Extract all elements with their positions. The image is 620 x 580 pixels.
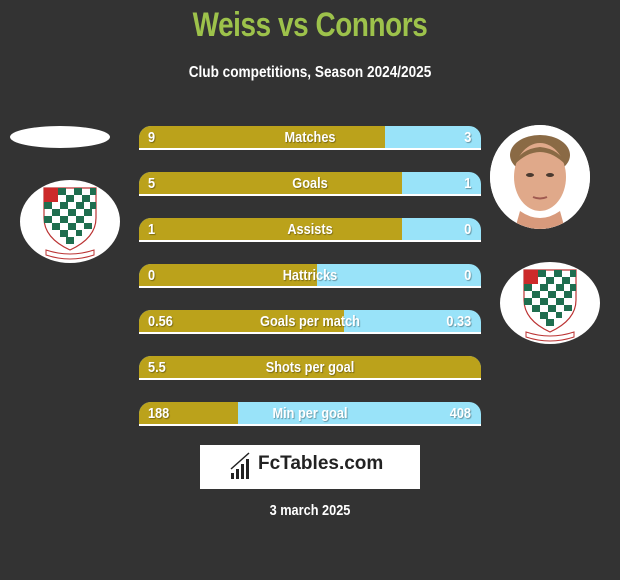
stat-row: 5 Goals 1 [139, 172, 481, 196]
brand-name: FcTables.com [258, 453, 384, 474]
stat-row: 188 Min per goal 408 [139, 402, 481, 426]
competition-subtitle: Club competitions, Season 2024/2025 [188, 64, 432, 81]
fctables-logo[interactable]: FcTables.com [200, 445, 420, 489]
stat-label: Min per goal [272, 405, 348, 422]
right-club-crest[interactable] [500, 262, 600, 344]
left-player-placeholder [10, 126, 110, 148]
right-value: 0.33 [446, 313, 471, 330]
report-date: 3 march 2025 [269, 502, 351, 519]
right-value: 0 [463, 267, 471, 284]
left-value: 5 [148, 175, 156, 192]
chesham-crest-icon [523, 269, 577, 342]
bar-chart-icon [230, 452, 250, 479]
stat-row: 5.5 Shots per goal [139, 356, 481, 380]
stat-label: Goals [292, 175, 328, 192]
right-value: 3 [463, 129, 471, 146]
right-value: 1 [463, 175, 471, 192]
page-title: Weiss vs Connors [192, 6, 428, 44]
stat-label: Goals per match [260, 313, 360, 330]
stat-label: Assists [287, 221, 333, 238]
right-value: 408 [449, 405, 471, 422]
left-value: 5.5 [148, 359, 166, 376]
player-face-icon [490, 125, 590, 229]
left-club-crest[interactable] [20, 180, 120, 263]
stat-row: 0.56 Goals per match 0.33 [139, 310, 481, 334]
left-value: 9 [148, 129, 156, 146]
stat-label: Shots per goal [265, 359, 355, 376]
stat-label: Hattricks [282, 267, 338, 284]
right-player-photo[interactable] [490, 125, 590, 229]
left-value: 0 [148, 267, 156, 284]
chesham-crest-icon [43, 187, 97, 260]
right-value: 0 [463, 221, 471, 238]
left-value: 1 [148, 221, 156, 238]
stat-row: 0 Hattricks 0 [139, 264, 481, 288]
stat-row: 9 Matches 3 [139, 126, 481, 150]
stat-row: 1 Assists 0 [139, 218, 481, 242]
stat-label: Matches [284, 129, 336, 146]
